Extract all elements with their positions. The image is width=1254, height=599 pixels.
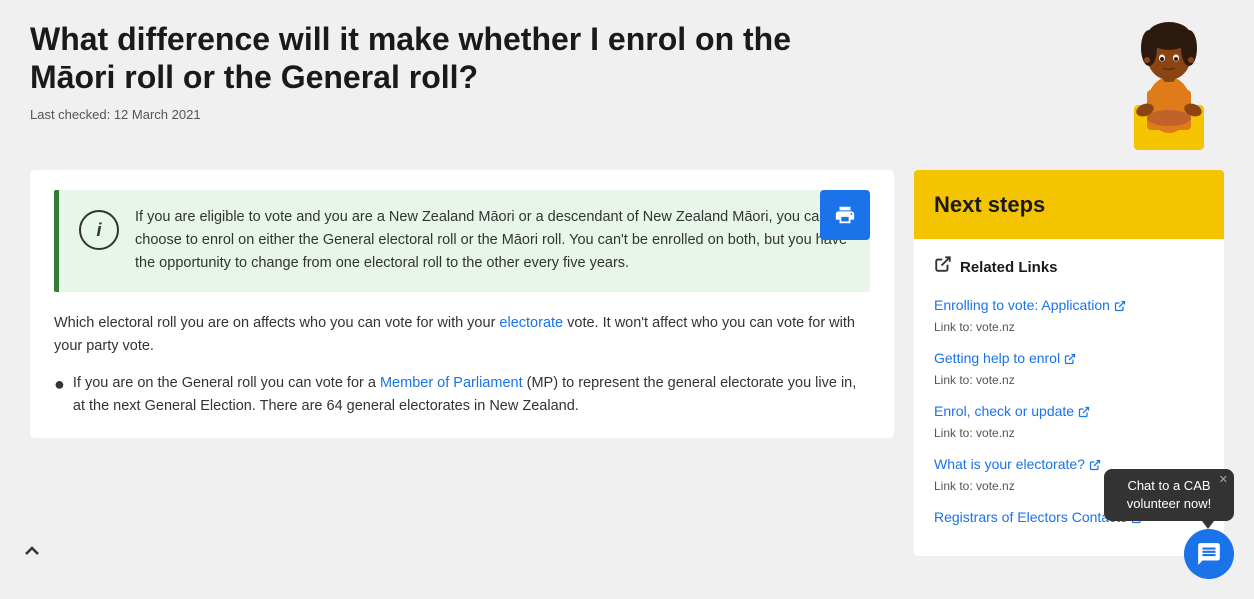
bullet-dot: ●: [54, 374, 65, 396]
related-links-icon: [934, 255, 952, 281]
link-item-2: Enrol, check or update Link to: vote.nz: [934, 401, 1204, 442]
electorate-link[interactable]: electorate: [499, 315, 563, 331]
character-illustration: [1114, 10, 1224, 150]
header-area: What difference will it make whether I e…: [30, 20, 1224, 150]
link-source-2: Link to: vote.nz: [934, 424, 1204, 442]
link-source-1: Link to: vote.nz: [934, 371, 1204, 389]
external-link-icon-1: [1064, 353, 1076, 365]
page-wrapper: What difference will it make whether I e…: [0, 0, 1254, 599]
link-0[interactable]: Enrolling to vote: Application: [934, 295, 1204, 316]
link-1[interactable]: Getting help to enrol: [934, 348, 1204, 369]
link-item-0: Enrolling to vote: Application Link to: …: [934, 295, 1204, 336]
character-svg: [1119, 10, 1219, 150]
chat-open-button[interactable]: [1184, 529, 1234, 579]
external-link-icon-2: [1078, 406, 1090, 418]
last-checked: Last checked: 12 March 2021: [30, 105, 850, 125]
print-button[interactable]: [820, 190, 870, 240]
related-links-label: Related Links: [960, 257, 1058, 280]
next-steps-title: Next steps: [934, 188, 1204, 221]
info-icon: i: [79, 210, 119, 250]
chat-bubble-text: Chat to a CAB volunteer now!: [1127, 478, 1212, 511]
main-content: i If you are eligible to vote and you ar…: [30, 170, 1224, 556]
title-section: What difference will it make whether I e…: [30, 20, 850, 124]
related-links-header: Related Links: [934, 255, 1204, 281]
body-paragraph-1: Which electoral roll you are on affects …: [54, 312, 870, 358]
scroll-up-button[interactable]: [20, 539, 44, 569]
next-steps-box: Next steps: [914, 170, 1224, 239]
link-2[interactable]: Enrol, check or update: [934, 401, 1204, 422]
chat-bubble: ✕ Chat to a CAB volunteer now!: [1104, 469, 1234, 521]
content-area: i If you are eligible to vote and you ar…: [30, 170, 894, 438]
external-link-icon-0: [1114, 300, 1126, 312]
link-item-1: Getting help to enrol Link to: vote.nz: [934, 348, 1204, 389]
mp-link[interactable]: Member of Parliament: [380, 375, 523, 391]
bullet-text-1: If you are on the General roll you can v…: [73, 372, 870, 418]
link-source-0: Link to: vote.nz: [934, 318, 1204, 336]
external-link-icon-3: [1089, 459, 1101, 471]
chat-widget: ✕ Chat to a CAB volunteer now!: [1104, 469, 1234, 579]
page-title: What difference will it make whether I e…: [30, 20, 850, 97]
chat-close-button[interactable]: ✕: [1219, 473, 1228, 488]
info-box-text: If you are eligible to vote and you are …: [135, 206, 850, 276]
info-box: i If you are eligible to vote and you ar…: [54, 190, 870, 292]
bullet-item-1: ● If you are on the General roll you can…: [54, 372, 870, 418]
